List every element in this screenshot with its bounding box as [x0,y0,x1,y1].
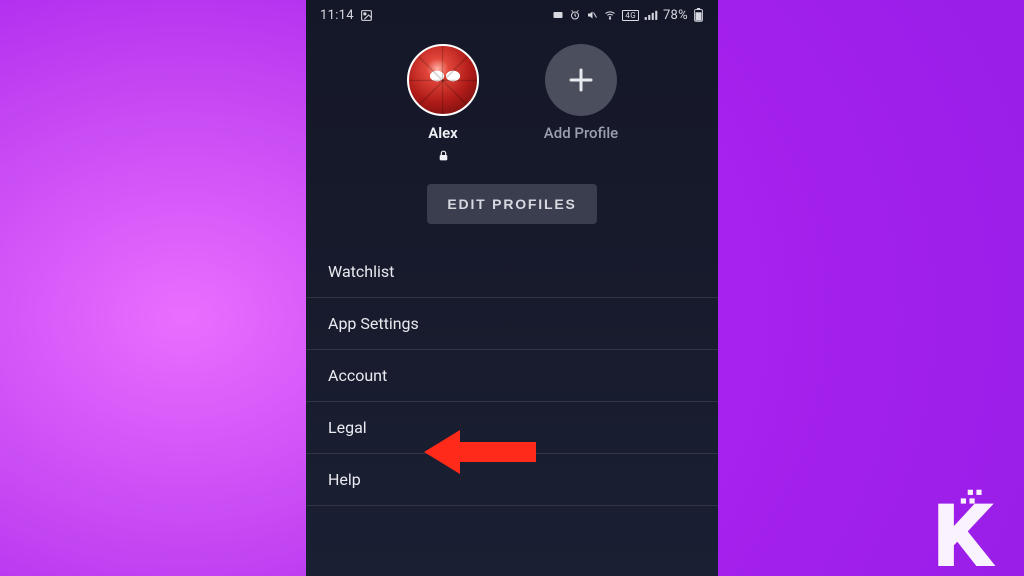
edit-profiles-row: EDIT PROFILES [306,170,718,246]
phone-screen: 11:14 4G [306,0,718,576]
profile-name-label: Alex [428,124,458,142]
status-bar-right: 4G 78% [552,8,704,23]
image-icon [360,9,373,22]
profiles-row: Alex Add Profile [306,30,718,170]
watermark-k-logo [920,488,1012,566]
plus-icon [566,65,596,95]
menu-item-account[interactable]: Account [306,350,718,402]
menu-item-watchlist[interactable]: Watchlist [306,246,718,298]
edit-profiles-button[interactable]: EDIT PROFILES [427,184,596,224]
add-profile[interactable]: Add Profile [526,44,636,164]
add-profile-label: Add Profile [544,124,618,142]
status-time: 11:14 [320,8,354,23]
network-4g-icon: 4G [622,10,639,21]
alarm-icon [569,9,581,21]
add-profile-circle[interactable] [545,44,617,116]
page-background: 11:14 4G [0,0,1024,576]
settings-menu: Watchlist App Settings Account Legal Hel… [306,246,718,506]
status-bar-left: 11:14 [320,8,373,23]
profile-active[interactable]: Alex [388,44,498,164]
signal-icon [644,9,658,21]
menu-item-help[interactable]: Help [306,454,718,506]
menu-item-app-settings[interactable]: App Settings [306,298,718,350]
status-bar: 11:14 4G [306,0,718,30]
wifi-icon [603,9,617,21]
battery-icon [693,8,704,22]
mute-icon [586,9,598,21]
lock-icon [437,148,450,163]
card-icon [552,9,564,21]
battery-text: 78% [663,8,688,23]
menu-item-legal[interactable]: Legal [306,402,718,454]
profile-avatar[interactable] [407,44,479,116]
